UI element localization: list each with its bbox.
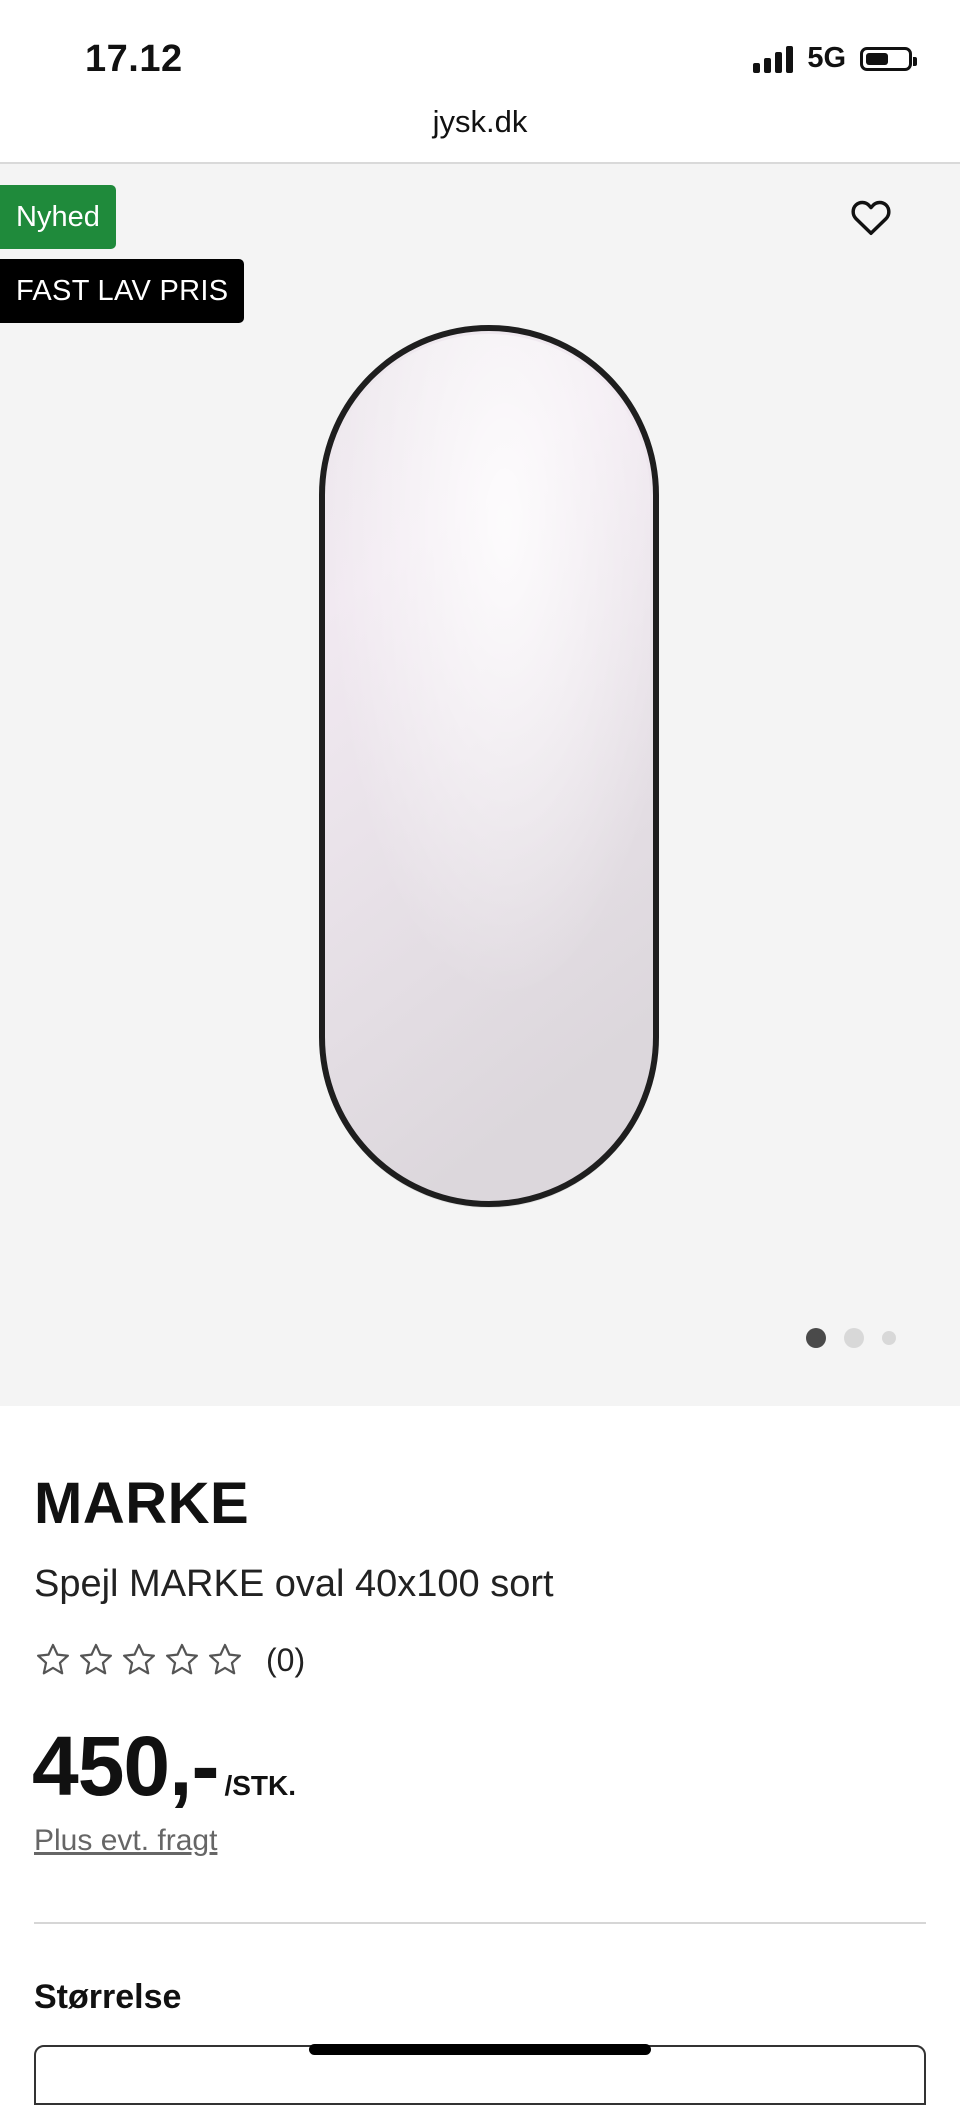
gallery-pagination[interactable] bbox=[806, 1328, 896, 1348]
heart-icon[interactable] bbox=[848, 194, 894, 240]
gallery-dot-1[interactable] bbox=[806, 1328, 826, 1348]
product-rating[interactable]: (0) bbox=[34, 1641, 305, 1679]
network-type: 5G bbox=[807, 42, 846, 74]
star-icon bbox=[37, 1643, 69, 1675]
fixed-low-price-badge: FAST LAV PRIS bbox=[0, 259, 245, 323]
product-price: 450,- /STK. bbox=[32, 1718, 296, 1815]
gallery-dot-2[interactable] bbox=[844, 1328, 864, 1348]
new-badge: Nyhed bbox=[0, 185, 116, 249]
battery-icon bbox=[860, 46, 917, 71]
star-icon bbox=[209, 1643, 241, 1675]
price-unit: /STK. bbox=[224, 1770, 297, 1801]
product-name: Spejl MARKE oval 40x100 sort bbox=[34, 1563, 554, 1605]
freight-link[interactable]: Plus evt. fragt bbox=[34, 1824, 217, 1858]
product-image-mirror[interactable] bbox=[318, 324, 664, 1212]
star-icon bbox=[123, 1643, 155, 1675]
status-time: 17.12 bbox=[85, 38, 183, 80]
status-icons: 5G bbox=[753, 42, 917, 75]
rating-count: (0) bbox=[266, 1641, 306, 1678]
price-value: 450,- bbox=[32, 1719, 219, 1813]
product-gallery[interactable]: Nyhed FAST LAV PRIS bbox=[0, 164, 960, 1406]
home-indicator bbox=[309, 2044, 651, 2055]
signal-icon bbox=[753, 45, 794, 73]
size-heading: Størrelse bbox=[34, 1978, 182, 2016]
rating-stars bbox=[34, 1641, 244, 1679]
product-brand: MARKE bbox=[34, 1471, 250, 1536]
browser-url[interactable]: jysk.dk bbox=[0, 104, 960, 140]
star-icon bbox=[80, 1643, 112, 1675]
section-divider bbox=[34, 1922, 926, 1924]
star-icon bbox=[166, 1643, 198, 1675]
status-bar: 17.12 5G bbox=[0, 0, 960, 120]
gallery-dot-3[interactable] bbox=[882, 1331, 896, 1345]
